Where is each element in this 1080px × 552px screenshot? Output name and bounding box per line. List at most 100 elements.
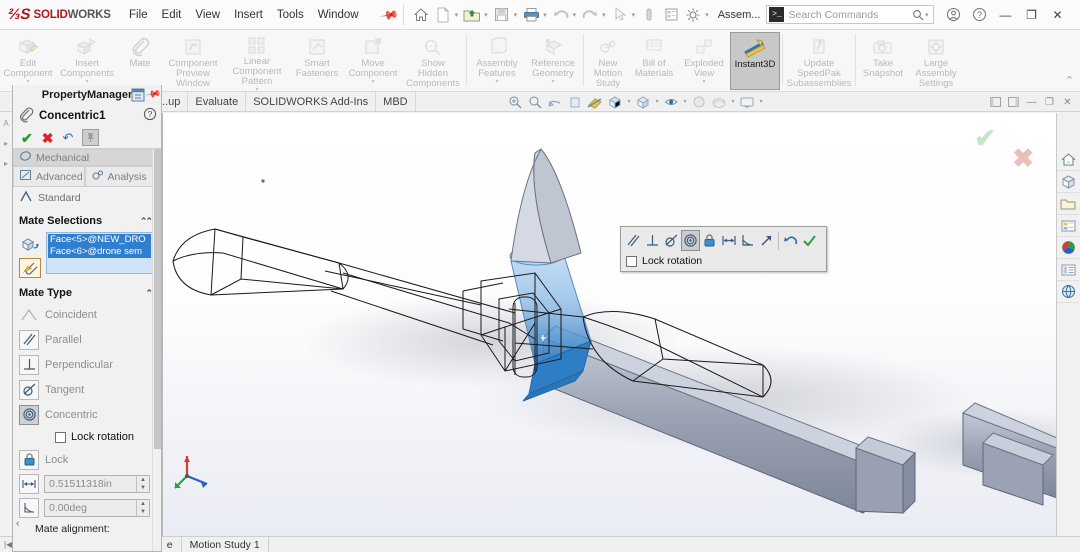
- ctx-undo-button[interactable]: [781, 230, 800, 251]
- taskpane-file-explorer-icon[interactable]: [1057, 193, 1079, 215]
- save-caret[interactable]: ▾: [514, 11, 518, 19]
- linear-component-pattern-button[interactable]: Linear Component Pattern ▾: [224, 32, 290, 93]
- status-nav-first[interactable]: |◀: [4, 540, 12, 549]
- undo-caret[interactable]: ▾: [573, 11, 577, 19]
- mate-entity-listbox[interactable]: Face<5>@NEW_DRO Face<6>@drone sem: [46, 232, 153, 274]
- mate-entity-2[interactable]: Face<6>@drone sem: [48, 246, 151, 258]
- context-lock-rotation-checkbox[interactable]: [626, 255, 637, 267]
- undo-icon[interactable]: [550, 4, 572, 26]
- options-gear-icon[interactable]: [682, 4, 704, 26]
- mate-perpendicular[interactable]: Perpendicular: [13, 352, 156, 377]
- ctx-parallel-button[interactable]: [624, 230, 643, 251]
- tab-mechanical[interactable]: Mechanical: [13, 149, 156, 166]
- exploded-view-button[interactable]: Exploded View ▾: [678, 32, 730, 90]
- mate-lock[interactable]: Lock: [13, 447, 156, 472]
- hide-show-items-icon[interactable]: [662, 93, 681, 111]
- insert-components-button[interactable]: Insert Components ▾: [56, 32, 118, 90]
- previous-view-icon[interactable]: [566, 93, 585, 111]
- minimize-icon[interactable]: —: [992, 2, 1018, 28]
- smart-fasteners-button[interactable]: Smart Fasteners: [290, 32, 344, 90]
- mate-concentric[interactable]: Concentric: [13, 402, 156, 427]
- display-style-icon[interactable]: [634, 93, 653, 111]
- search-caret[interactable]: ▾: [925, 11, 929, 19]
- taskpane-custom-properties-icon[interactable]: [1057, 259, 1079, 281]
- pm-pushpin-icon[interactable]: 📌: [145, 86, 162, 102]
- tab-standard[interactable]: Standard: [13, 187, 156, 208]
- ctx-lock-button[interactable]: [700, 230, 719, 251]
- update-speedpak-subassemblies-button[interactable]: Update SpeedPak Subassemblies: [785, 32, 853, 90]
- tab-mbd[interactable]: MBD: [376, 92, 416, 111]
- print-icon[interactable]: [520, 4, 542, 26]
- tree-edge-icon-b[interactable]: ▸: [0, 133, 12, 153]
- large-assembly-settings-button[interactable]: Large Assembly Settings: [908, 32, 964, 90]
- tab-analysis[interactable]: Analysis: [84, 166, 156, 187]
- assembly-features-button[interactable]: Assembly Features ▾: [469, 32, 525, 90]
- options-caret[interactable]: ▾: [705, 11, 709, 19]
- menu-item-tools[interactable]: Tools: [276, 7, 305, 23]
- doc-restore-icon[interactable]: ❐: [1041, 94, 1058, 110]
- menu-item-edit[interactable]: Edit: [161, 7, 183, 23]
- taskpane-view-palette-icon[interactable]: [1057, 215, 1079, 237]
- accept-button[interactable]: ✔: [21, 131, 33, 145]
- search-icon[interactable]: [912, 9, 924, 21]
- open-caret[interactable]: ▾: [484, 11, 488, 19]
- home-icon[interactable]: [410, 4, 432, 26]
- move-component-dropdown[interactable]: ▾: [371, 79, 374, 85]
- ribbon-collapse-chevron[interactable]: ⌃: [1065, 74, 1074, 87]
- distance-spin-down[interactable]: ▼: [137, 484, 149, 492]
- mate-selections-header[interactable]: Mate Selections ⌃⌃: [13, 212, 156, 230]
- tile-left-icon[interactable]: [987, 94, 1004, 110]
- rotate-view-icon[interactable]: [546, 93, 565, 111]
- search-commands-box[interactable]: >_ Search Commands ▾: [766, 5, 935, 24]
- apply-scene-icon[interactable]: [710, 93, 729, 111]
- mate-angle-spinner[interactable]: ▲ ▼: [136, 500, 149, 516]
- new-motion-study-button[interactable]: New Motion Study: [586, 32, 630, 90]
- redo-caret[interactable]: ▾: [602, 11, 606, 19]
- redo-icon[interactable]: [579, 4, 601, 26]
- mate-parallel[interactable]: Parallel: [13, 327, 156, 352]
- menu-item-insert[interactable]: Insert: [233, 7, 264, 23]
- pm-lock-rotation-checkbox[interactable]: [55, 431, 66, 443]
- taskpane-home-icon[interactable]: [1057, 149, 1079, 171]
- taskpane-3dexperience-icon[interactable]: [1057, 281, 1079, 303]
- menu-item-file[interactable]: File: [128, 7, 149, 23]
- restore-icon[interactable]: ❐: [1018, 2, 1044, 28]
- mate-angle-input[interactable]: 0.00deg ▲ ▼: [44, 499, 150, 517]
- tree-edge-icon-a[interactable]: A: [0, 113, 12, 133]
- reference-geometry-dropdown[interactable]: ▾: [551, 79, 554, 85]
- assembly-features-dropdown[interactable]: ▾: [495, 79, 498, 85]
- move-component-button[interactable]: Move Component ▾: [344, 32, 402, 90]
- property-manager-scrollbar[interactable]: [152, 149, 161, 551]
- pm-lock-rotation-row[interactable]: Lock rotation: [13, 427, 156, 447]
- ctx-angle-button[interactable]: [738, 230, 757, 251]
- cancel-button[interactable]: ✖: [42, 131, 54, 145]
- tree-edge-icon-c[interactable]: ▸: [0, 153, 12, 173]
- tab-solidworks-addins[interactable]: SOLIDWORKS Add-Ins: [246, 92, 377, 111]
- taskpane-appearances-icon[interactable]: [1057, 237, 1079, 259]
- rebuild-icon[interactable]: [638, 4, 660, 26]
- property-manager-scrollbar-thumb[interactable]: [154, 149, 161, 449]
- view-orientation-icon[interactable]: [606, 93, 625, 111]
- graphics-area[interactable]: ✔ ✖: [162, 113, 1056, 536]
- ctx-tangent-button[interactable]: [662, 230, 681, 251]
- save-icon[interactable]: [491, 4, 513, 26]
- pm-display-icon[interactable]: [131, 88, 145, 105]
- select-arrow-icon[interactable]: [609, 4, 631, 26]
- distance-spin-up[interactable]: ▲: [137, 476, 149, 484]
- status-tab-model[interactable]: e: [159, 536, 182, 552]
- view-orientation-caret[interactable]: ▾: [628, 98, 631, 105]
- open-folder-icon[interactable]: [461, 4, 483, 26]
- mate-distance-spinner[interactable]: ▲ ▼: [136, 476, 149, 492]
- ctx-align-button[interactable]: [757, 230, 776, 251]
- mate-tangent[interactable]: Tangent: [13, 377, 156, 402]
- tab-evaluate[interactable]: Evaluate: [188, 92, 247, 111]
- ctx-concentric-button[interactable]: [681, 230, 700, 251]
- menu-item-view[interactable]: View: [194, 7, 221, 23]
- help-question-icon[interactable]: ?: [143, 107, 157, 124]
- view-settings-caret[interactable]: ▾: [760, 98, 763, 105]
- new-document-icon[interactable]: [432, 4, 454, 26]
- help-icon[interactable]: ?: [966, 2, 992, 28]
- pm-expand-arrow[interactable]: ‹: [16, 518, 19, 529]
- keep-visible-button[interactable]: [82, 129, 100, 146]
- zoom-to-area-icon[interactable]: [526, 93, 545, 111]
